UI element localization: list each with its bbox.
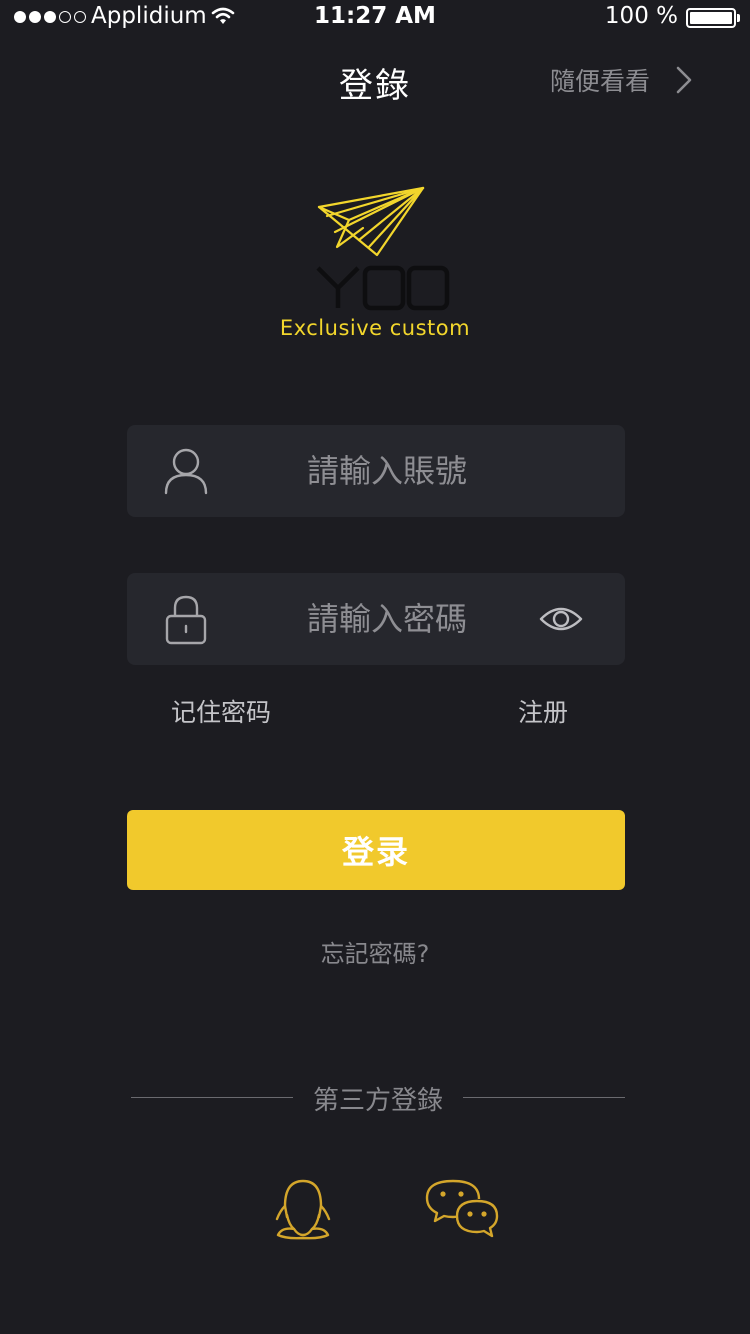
third-party-divider: 第三方登錄 <box>131 1080 625 1116</box>
forgot-password-row: 忘記密碼? <box>0 934 750 969</box>
signal-strength-icon <box>14 6 86 28</box>
password-input[interactable] <box>237 573 537 665</box>
wechat-icon[interactable] <box>423 1175 501 1241</box>
browse-as-guest-button[interactable]: 隨便看看 <box>550 62 692 98</box>
qq-icon[interactable] <box>270 1175 336 1241</box>
register-link[interactable]: 注册 <box>518 693 568 729</box>
lock-icon <box>165 595 207 645</box>
login-screen: Applidium 11:27 AM 100 % 登錄 隨便看看 Exclusi… <box>0 0 750 1334</box>
login-button[interactable]: 登录 <box>127 810 625 890</box>
browse-as-guest-label: 隨便看看 <box>549 67 650 96</box>
carrier-name: Applidium <box>91 3 207 29</box>
divider-line-right <box>463 1097 625 1098</box>
password-field[interactable] <box>127 573 625 665</box>
wifi-icon <box>211 7 235 24</box>
account-input[interactable] <box>237 425 537 517</box>
battery-icon <box>686 8 736 28</box>
chevron-right-icon <box>676 66 692 94</box>
brand-wordmark <box>316 265 450 311</box>
remember-password-toggle[interactable]: 记住密码 <box>171 693 271 729</box>
forgot-password-link[interactable]: 忘記密碼? <box>321 940 430 968</box>
status-bar: Applidium 11:27 AM 100 % <box>0 0 750 36</box>
show-password-eye-icon[interactable] <box>539 603 583 635</box>
battery-tip <box>737 14 740 22</box>
third-party-label: 第三方登錄 <box>312 1086 443 1116</box>
logo-tagline: Exclusive custom <box>279 316 471 340</box>
account-field[interactable] <box>127 425 625 517</box>
battery-percentage: 100 % <box>604 3 678 29</box>
user-icon <box>164 448 208 495</box>
